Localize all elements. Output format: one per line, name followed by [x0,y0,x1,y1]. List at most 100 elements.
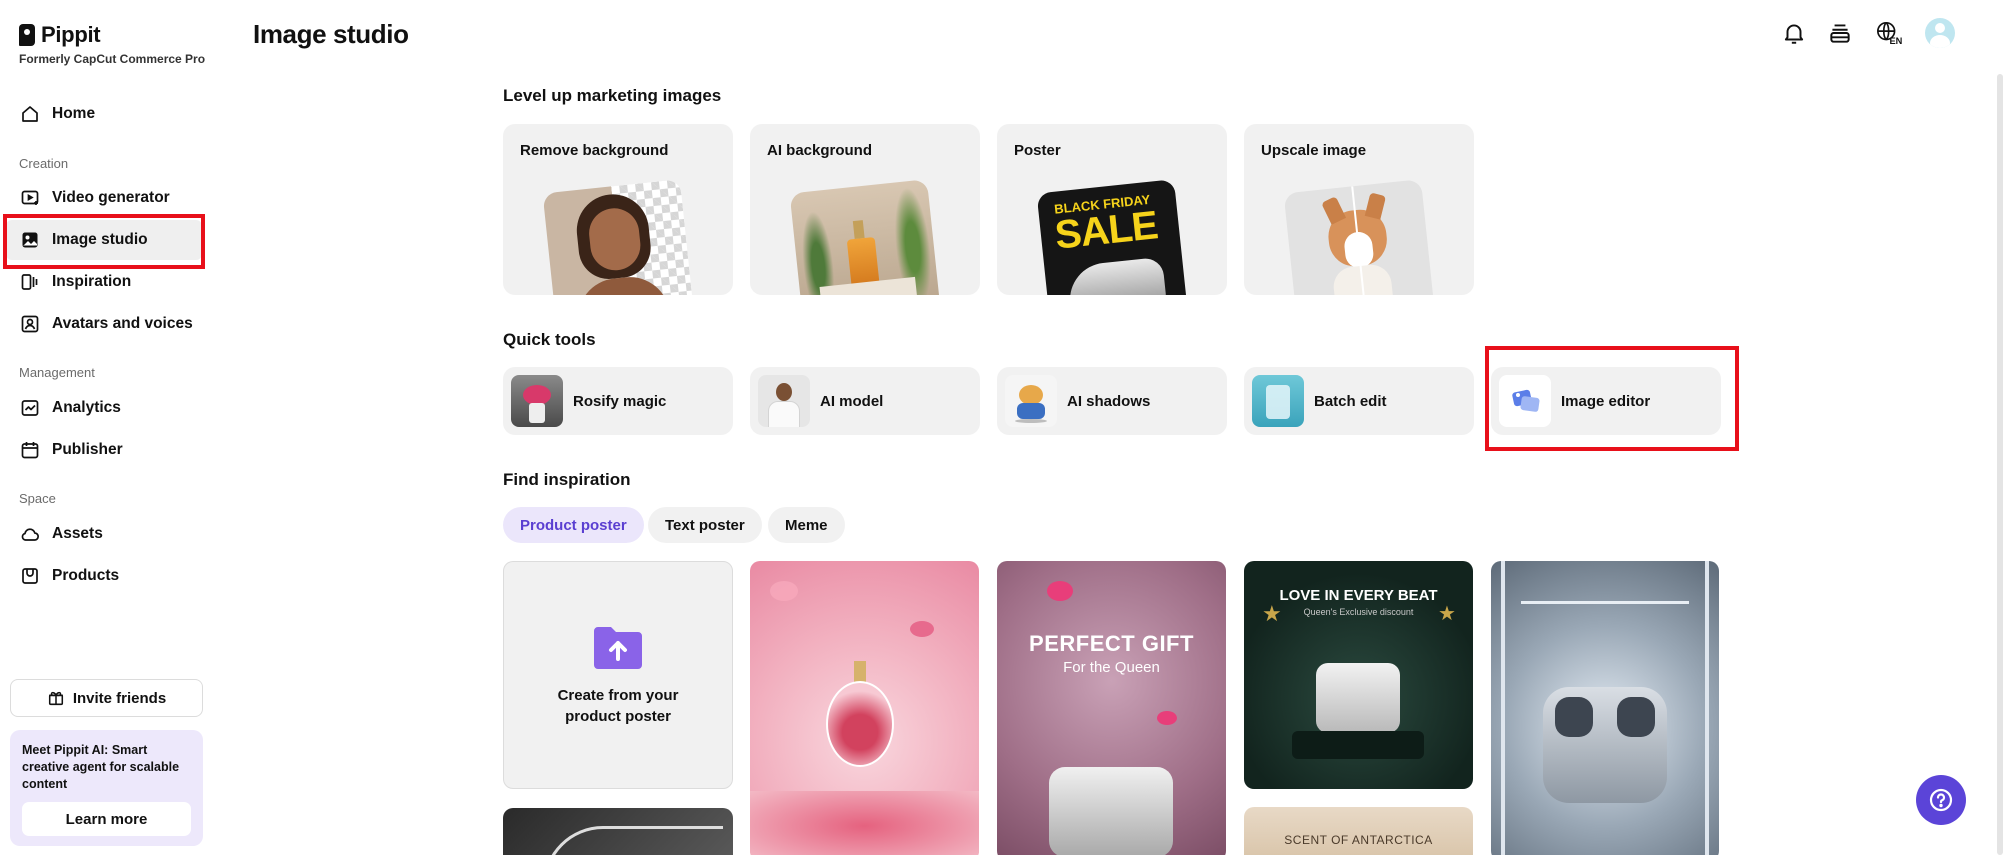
sidebar-item-label: Products [52,567,120,584]
folder-upload-icon [594,627,642,669]
inspiration-card-love-beat[interactable]: LOVE IN EVERY BEAT Queen's Exclusive dis… [1244,561,1473,789]
sidebar-item-assets[interactable]: Assets [6,514,202,554]
sidebar-item-image-studio[interactable]: Image studio [6,220,202,260]
inspiration-card-perfume-roses[interactable] [750,561,979,855]
language-button[interactable]: EN [1873,20,1905,46]
pippit-logo-icon [19,24,35,46]
create-product-poster-card[interactable]: Create from your product poster [503,561,733,789]
help-button[interactable] [1916,775,1966,825]
chip-meme[interactable]: Meme [768,507,845,543]
card-label: Upscale image [1261,142,1367,159]
invite-label: Invite friends [72,689,167,707]
inspiration-card-earbuds-silver[interactable] [1491,561,1719,855]
sidebar-item-label: Publisher [52,441,123,458]
corgi-image [1283,179,1435,295]
sidebar-item-publisher[interactable]: Publisher [6,430,202,470]
notification-button[interactable] [1781,20,1807,46]
batch-edit-tool[interactable]: Batch edit [1244,367,1474,435]
scent-text: SCENT OF ANTARCTICA [1284,833,1433,847]
sidebar-item-inspiration[interactable]: Inspiration [6,262,202,302]
poster-headline-big: SALE [1052,203,1160,258]
brand-name: Pippit [41,22,101,47]
find-inspiration-title: Find inspiration [503,470,631,489]
gift-icon [48,691,63,706]
poster-card[interactable]: Poster BLACK FRIDAY SALE [997,124,1227,295]
page-title: Image studio [253,19,409,49]
quick-tools-title: Quick tools [503,330,596,349]
brand[interactable]: Pippit [19,22,101,48]
tool-label: Rosify magic [573,392,667,410]
perfume-image [789,179,941,295]
tool-label: Image editor [1561,392,1651,410]
create-text: Create from your product poster [557,687,679,725]
sidebar-item-products[interactable]: Products [6,556,202,596]
section-label-space: Space [19,491,56,506]
tool-label: Batch edit [1314,392,1387,410]
ai-model-thumbnail [758,375,810,427]
black-friday-poster-image: BLACK FRIDAY SALE [1036,179,1188,295]
remove-background-card[interactable]: Remove background [503,124,733,295]
sidebar-item-label: Analytics [52,399,121,416]
for-queen-text: For the Queen [1063,659,1160,676]
sidebar-item-label: Video generator [52,189,170,206]
calendar-icon [21,442,39,459]
user-avatar[interactable] [1925,18,1955,48]
chip-product-poster[interactable]: Product poster [503,507,644,543]
image-editor-icon [1512,389,1540,412]
sidebar-item-label: Assets [52,525,103,542]
page-scrollbar[interactable] [1997,74,2003,855]
marketing-section-title: Level up marketing images [503,86,722,105]
image-studio-icon [22,232,38,248]
section-label-management: Management [19,365,95,380]
tool-label: AI model [820,392,884,410]
star-decoration-icon: ★ [1262,601,1282,626]
avatar-voice-icon [21,315,39,333]
inspiration-card-dark[interactable] [503,808,733,855]
inspiration-card-perfect-gift[interactable]: PERFECT GIFT For the Queen [997,561,1226,855]
sidebar-item-label: Avatars and voices [52,315,193,332]
sidebar-item-home[interactable]: Home [6,94,202,134]
image-editor-thumbnail [1499,375,1551,427]
ai-shadows-tool[interactable]: AI shadows [997,367,1227,435]
rosify-magic-tool[interactable]: Rosify magic [503,367,733,435]
brand-subtitle: Formerly CapCut Commerce Pro [19,52,206,66]
ai-background-card[interactable]: AI background [750,124,980,295]
sidebar-item-analytics[interactable]: Analytics [6,388,202,428]
image-editor-tool[interactable]: Image editor [1491,367,1721,435]
sidebar-item-avatars-voices[interactable]: Avatars and voices [6,304,202,344]
bell-icon [1784,24,1804,44]
ai-model-tool[interactable]: AI model [750,367,980,435]
globe-icon: EN [1877,21,1902,46]
stack-button[interactable] [1827,20,1853,46]
sidebar-item-video-generator[interactable]: Video generator [6,178,202,218]
inspiration-card-antarctica[interactable]: SCENT OF ANTARCTICA [1244,807,1473,855]
batch-edit-thumbnail [1252,375,1304,427]
help-icon [1929,788,1953,812]
perfect-gift-text: PERFECT GIFT [1029,631,1194,656]
sidebar-item-label: Image studio [52,231,148,248]
card-label: Remove background [520,142,669,159]
portrait-image [542,179,694,295]
home-icon [22,106,38,122]
section-label-creation: Creation [19,156,69,171]
sidebar-item-label: Home [52,105,96,122]
sidebar-item-label: Inspiration [52,273,132,290]
top-toolbar: EN [1781,18,1955,48]
promo-card: Meet Pippit AI: Smart creative agent for… [10,730,203,846]
svg-text:EN: EN [1889,36,1902,46]
promo-text: Meet Pippit AI: Smart creative agent for… [22,743,180,791]
invite-friends-button[interactable]: Invite friends [10,679,203,717]
star-decoration-icon: ★ [1438,603,1456,625]
card-label: AI background [767,142,873,159]
rosify-thumbnail [511,375,563,427]
analytics-icon [21,400,39,416]
video-generator-icon [21,190,39,205]
card-label: Poster [1014,142,1061,159]
inspiration-icon [21,274,38,290]
chip-text-poster[interactable]: Text poster [648,507,762,543]
ai-shadows-thumbnail [1005,375,1057,427]
upscale-image-card[interactable]: Upscale image [1244,124,1474,295]
learn-more-button[interactable]: Learn more [22,802,191,836]
cloud-icon [21,528,39,541]
sidebar: Pippit Formerly CapCut Commerce Pro Home… [0,0,212,855]
